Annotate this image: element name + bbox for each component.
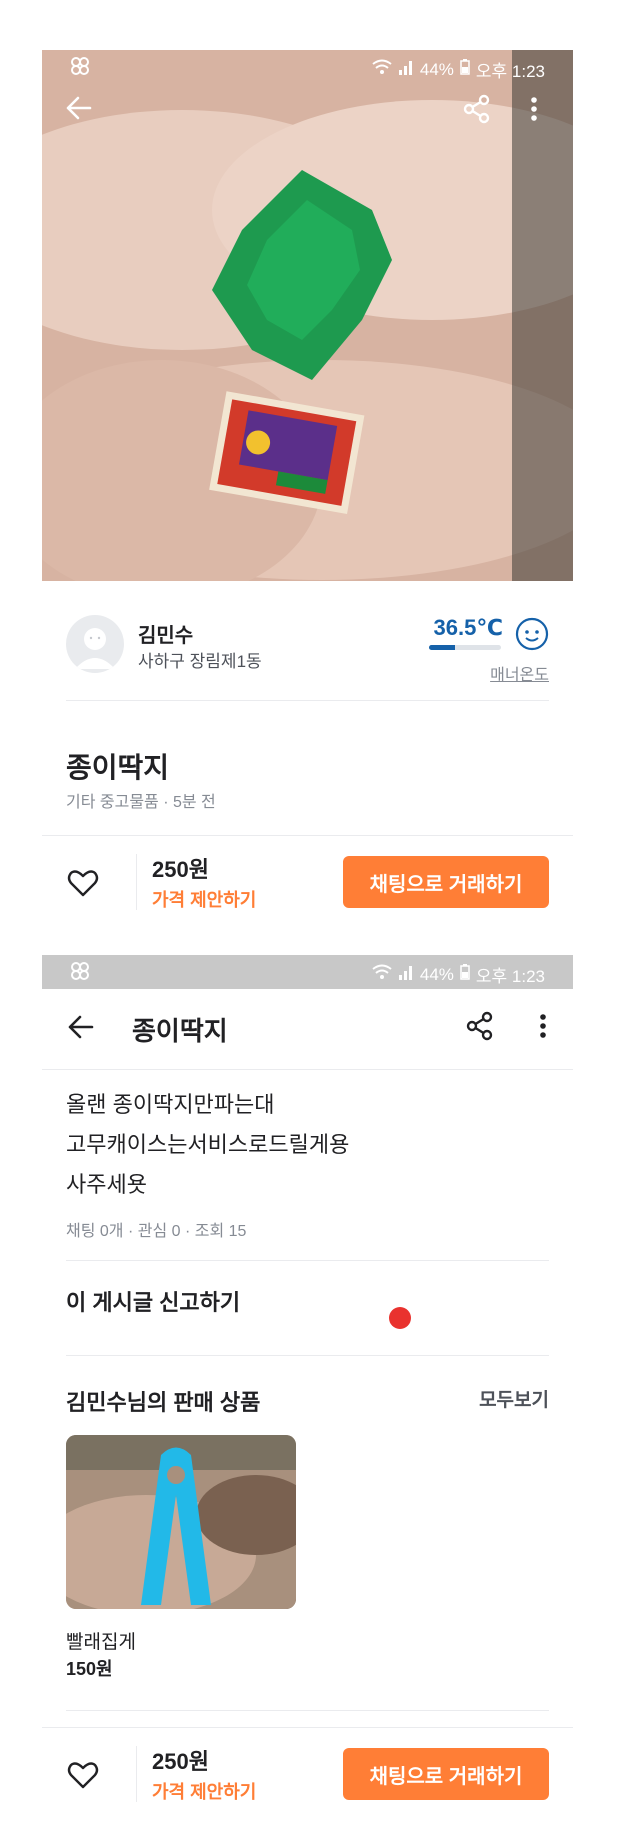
see-all-link[interactable]: 모두보기 xyxy=(479,1385,549,1412)
divider xyxy=(66,700,549,701)
app-status-icon xyxy=(70,56,90,81)
seller-item-image xyxy=(66,1435,296,1609)
signal-icon xyxy=(398,59,414,80)
battery-icon xyxy=(460,59,470,80)
avatar[interactable] xyxy=(66,615,124,673)
price-offer-link[interactable]: 가격 제안하기 xyxy=(152,886,256,912)
product-category-time: 기타 중고물품 · 5분 전 xyxy=(66,794,216,811)
app-bar: 종이딱지 xyxy=(42,989,573,1069)
seller-name: 김민수 xyxy=(138,625,194,647)
price: 250원 xyxy=(152,1749,209,1774)
share-icon[interactable] xyxy=(462,94,492,129)
clock: 오후 1:23 xyxy=(475,62,545,81)
product-detail-scrolled-screen: 44% 오후 1:23 종이딱지 올랜 종이딱지만파는대 고무캐이스는서비스로드… xyxy=(42,955,573,1824)
more-icon[interactable] xyxy=(528,94,540,129)
wifi-icon xyxy=(372,59,392,80)
divider xyxy=(66,1710,549,1711)
product-photo-image xyxy=(42,50,573,581)
seller-item-price: 150원 xyxy=(66,1659,113,1679)
battery-percent: 44% xyxy=(419,59,454,79)
report-post-link[interactable]: 이 게시글 신고하기 xyxy=(66,1285,240,1317)
manner-temperature-link[interactable]: 매너온도 xyxy=(490,661,549,685)
bottom-action-bar: 250원 가격 제안하기 채팅으로 거래하기 xyxy=(42,1728,573,1824)
product-stats: 채팅 0개 · 관심 0 · 조회 15 xyxy=(66,1223,247,1240)
bottom-action-bar: 250원 가격 제안하기 채팅으로 거래하기 xyxy=(42,836,573,932)
back-icon[interactable] xyxy=(64,94,92,127)
status-bar: 44% 오후 1:23 xyxy=(42,955,573,989)
price-offer-link[interactable]: 가격 제안하기 xyxy=(152,1778,256,1804)
vertical-divider xyxy=(136,854,137,910)
description-line: 올랜 종이딱지만파는대 xyxy=(66,1092,275,1117)
chat-trade-button[interactable]: 채팅으로 거래하기 xyxy=(343,1748,549,1800)
heart-icon[interactable] xyxy=(66,1758,100,1792)
seller-items-title: 김민수님의 판매 상품 xyxy=(66,1390,261,1415)
page-title: 종이딱지 xyxy=(132,1016,228,1046)
divider xyxy=(42,1069,573,1070)
product-description: 올랜 종이딱지만파는대 고무캐이스는서비스로드릴게용 사주세욧 xyxy=(66,1085,349,1205)
divider xyxy=(66,1260,549,1261)
status-bar: 44% 오후 1:23 xyxy=(42,50,573,84)
smile-face-icon xyxy=(515,617,549,651)
seller-region: 사하구 장림제1동 xyxy=(138,652,262,671)
temperature-bar xyxy=(429,645,501,650)
more-icon[interactable] xyxy=(537,1011,549,1046)
product-detail-screen: 44% 오후 1:23 김민수 사하구 장림제1동 36.5℃ 매너온도 종이딱… xyxy=(42,50,573,930)
temperature-bar-fill xyxy=(429,645,456,650)
divider xyxy=(66,1355,549,1356)
touch-indicator-dot xyxy=(389,1307,411,1329)
signal-icon xyxy=(398,964,414,985)
vertical-divider xyxy=(136,1746,137,1802)
chat-trade-button[interactable]: 채팅으로 거래하기 xyxy=(343,856,549,908)
app-status-icon xyxy=(70,961,90,986)
manner-temperature: 36.5℃ xyxy=(433,615,503,640)
seller-profile[interactable]: 김민수 사하구 장림제1동 36.5℃ 매너온도 xyxy=(42,581,573,701)
heart-icon[interactable] xyxy=(66,866,100,900)
status-right: 44% 오후 1:23 xyxy=(372,962,545,987)
battery-icon xyxy=(460,964,470,985)
status-right: 44% 오후 1:23 xyxy=(372,57,545,82)
product-title: 종이딱지 xyxy=(66,752,170,783)
clock: 오후 1:23 xyxy=(475,967,545,986)
description-line: 사주세욧 xyxy=(66,1172,147,1197)
share-icon[interactable] xyxy=(465,1011,495,1046)
battery-percent: 44% xyxy=(419,964,454,984)
wifi-icon xyxy=(372,964,392,985)
description-line: 고무캐이스는서비스로드릴게용 xyxy=(66,1132,350,1157)
product-photo[interactable]: 44% 오후 1:23 xyxy=(42,50,573,581)
seller-item-thumbnail[interactable] xyxy=(66,1435,296,1609)
price: 250원 xyxy=(152,857,209,882)
back-icon[interactable] xyxy=(66,1013,94,1046)
seller-item-name[interactable]: 빨래집게 xyxy=(66,1627,136,1654)
